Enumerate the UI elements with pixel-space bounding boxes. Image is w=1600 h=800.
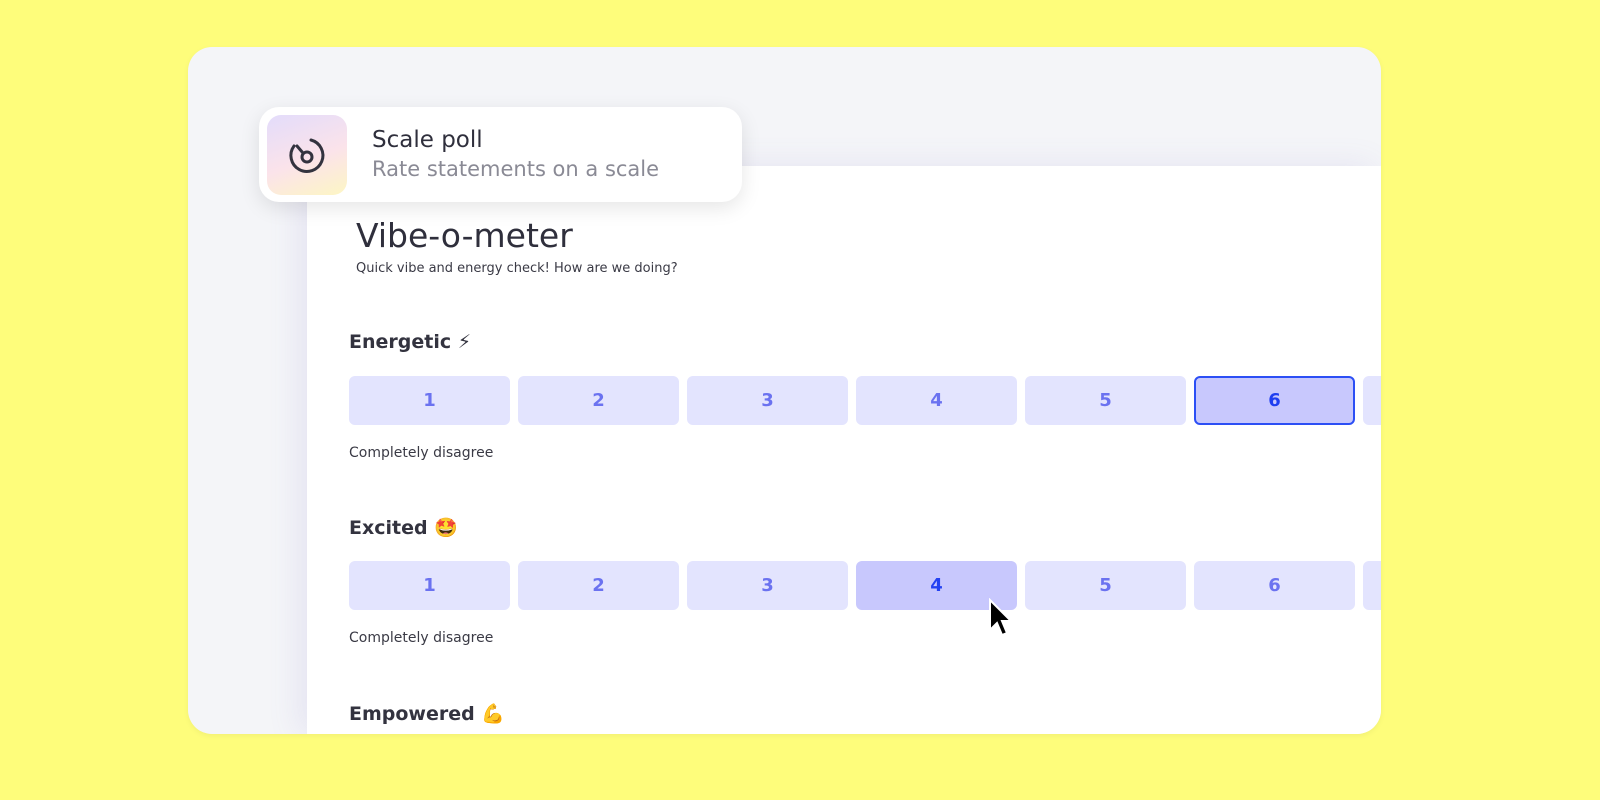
scale-min-label: Completely disagree bbox=[349, 445, 494, 461]
popup-title: Scale poll bbox=[372, 127, 483, 153]
scale-min-label: Completely disagree bbox=[349, 630, 494, 646]
scale-option[interactable]: 1 bbox=[349, 561, 510, 610]
question-label: Empowered 💪 bbox=[349, 703, 505, 725]
question-label: Energetic ⚡ bbox=[349, 331, 472, 353]
poll-panel: Vibe-o-meter Quick vibe and energy check… bbox=[307, 166, 1381, 734]
scale-option[interactable]: 3 bbox=[687, 561, 848, 610]
gauge-icon bbox=[267, 115, 347, 195]
question-label: Excited 🤩 bbox=[349, 517, 458, 539]
scale-option[interactable]: 3 bbox=[687, 376, 848, 425]
scale-option-selected[interactable]: 6 bbox=[1194, 376, 1355, 425]
scale-option[interactable]: 4 bbox=[856, 376, 1017, 425]
scale-option[interactable]: 2 bbox=[518, 376, 679, 425]
scale-row-excited: 1 2 3 4 5 6 bbox=[349, 561, 1381, 610]
scale-option[interactable]: 1 bbox=[349, 376, 510, 425]
poll-description: Quick vibe and energy check! How are we … bbox=[356, 261, 678, 276]
scale-row-energetic: 1 2 3 4 5 6 bbox=[349, 376, 1381, 425]
scale-option[interactable] bbox=[1363, 376, 1381, 425]
scale-poll-card[interactable]: Scale poll Rate statements on a scale bbox=[259, 107, 742, 202]
scale-option[interactable]: 5 bbox=[1025, 376, 1186, 425]
scale-option[interactable]: 5 bbox=[1025, 561, 1186, 610]
scale-option[interactable]: 6 bbox=[1194, 561, 1355, 610]
scale-option[interactable] bbox=[1363, 561, 1381, 610]
scale-option[interactable]: 2 bbox=[518, 561, 679, 610]
popup-subtitle: Rate statements on a scale bbox=[372, 157, 660, 181]
mouse-cursor-icon bbox=[989, 598, 1012, 637]
poll-title: Vibe-o-meter bbox=[356, 216, 573, 255]
